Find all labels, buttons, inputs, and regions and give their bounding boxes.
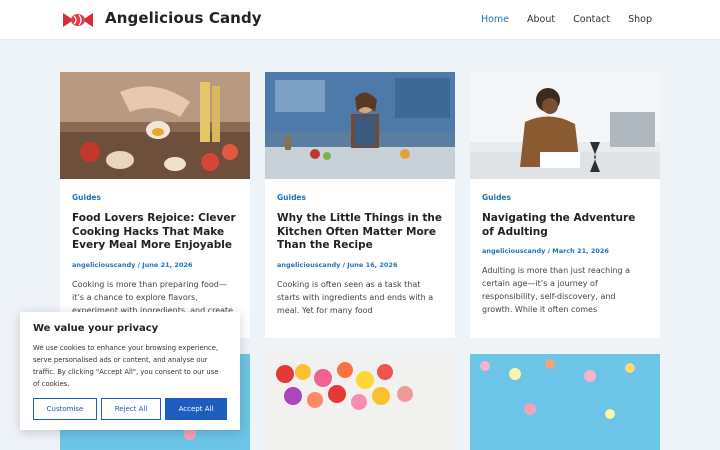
post-thumbnail[interactable]	[265, 354, 455, 450]
nav-home[interactable]: Home	[481, 14, 509, 25]
site-header: Angelicious Candy Home About Contact Sho…	[0, 0, 720, 40]
post-card	[470, 354, 660, 450]
reject-all-button[interactable]: Reject All	[101, 398, 161, 420]
nav-shop[interactable]: Shop	[628, 14, 652, 25]
post-meta: angeliciouscandy / June 16, 2026	[277, 260, 398, 269]
post-category[interactable]: Guides	[72, 193, 238, 202]
post-title[interactable]: Food Lovers Rejoice: Clever Cooking Hack…	[72, 212, 238, 253]
post-thumbnail[interactable]	[60, 72, 250, 179]
post-card: Guides Food Lovers Rejoice: Clever Cooki…	[60, 72, 250, 338]
post-thumbnail[interactable]	[265, 72, 455, 179]
nav-contact[interactable]: Contact	[573, 14, 610, 25]
main-nav: Home About Contact Shop	[481, 14, 652, 25]
post-category[interactable]: Guides	[482, 193, 648, 202]
post-author[interactable]: angeliciouscandy	[277, 261, 340, 269]
cookie-text: We use cookies to enhance your browsing …	[33, 344, 219, 388]
cookie-title: We value your privacy	[33, 323, 159, 334]
post-card: Guides Why the Little Things in the Kitc…	[265, 72, 455, 338]
nav-about[interactable]: About	[527, 14, 555, 25]
post-card: Guides Navigating the Adventure of Adult…	[470, 72, 660, 338]
cookie-consent-banner: We value your privacy We use cookies to …	[20, 312, 240, 430]
post-thumbnail[interactable]	[470, 354, 660, 450]
post-thumbnail[interactable]	[470, 72, 660, 179]
customise-button[interactable]: Customise	[33, 398, 97, 420]
post-title[interactable]: Navigating the Adventure of Adulting	[482, 212, 648, 239]
post-excerpt: Cooking is more than preparing food—it’s…	[72, 279, 234, 315]
post-date[interactable]: March 21, 2026	[552, 247, 609, 255]
accept-all-button[interactable]: Accept All	[165, 398, 227, 420]
post-author[interactable]: angeliciouscandy	[72, 261, 135, 269]
post-title[interactable]: Why the Little Things in the Kitchen Oft…	[277, 212, 443, 253]
cookie-buttons: Customise Reject All Accept All	[33, 398, 227, 420]
post-excerpt: Adulting is more than just reaching a ce…	[482, 266, 631, 314]
post-meta: angeliciouscandy / June 21, 2026	[72, 260, 193, 269]
post-author[interactable]: angeliciouscandy	[482, 247, 545, 255]
post-date[interactable]: June 21, 2026	[142, 261, 192, 269]
post-date[interactable]: June 16, 2026	[347, 261, 397, 269]
post-category[interactable]: Guides	[277, 193, 443, 202]
post-excerpt: Cooking is often seen as a task that sta…	[277, 279, 434, 315]
post-meta: angeliciouscandy / March 21, 2026	[482, 247, 609, 255]
candy-logo-icon[interactable]	[62, 11, 94, 29]
site-title[interactable]: Angelicious Candy	[105, 9, 262, 27]
post-card	[265, 354, 455, 450]
